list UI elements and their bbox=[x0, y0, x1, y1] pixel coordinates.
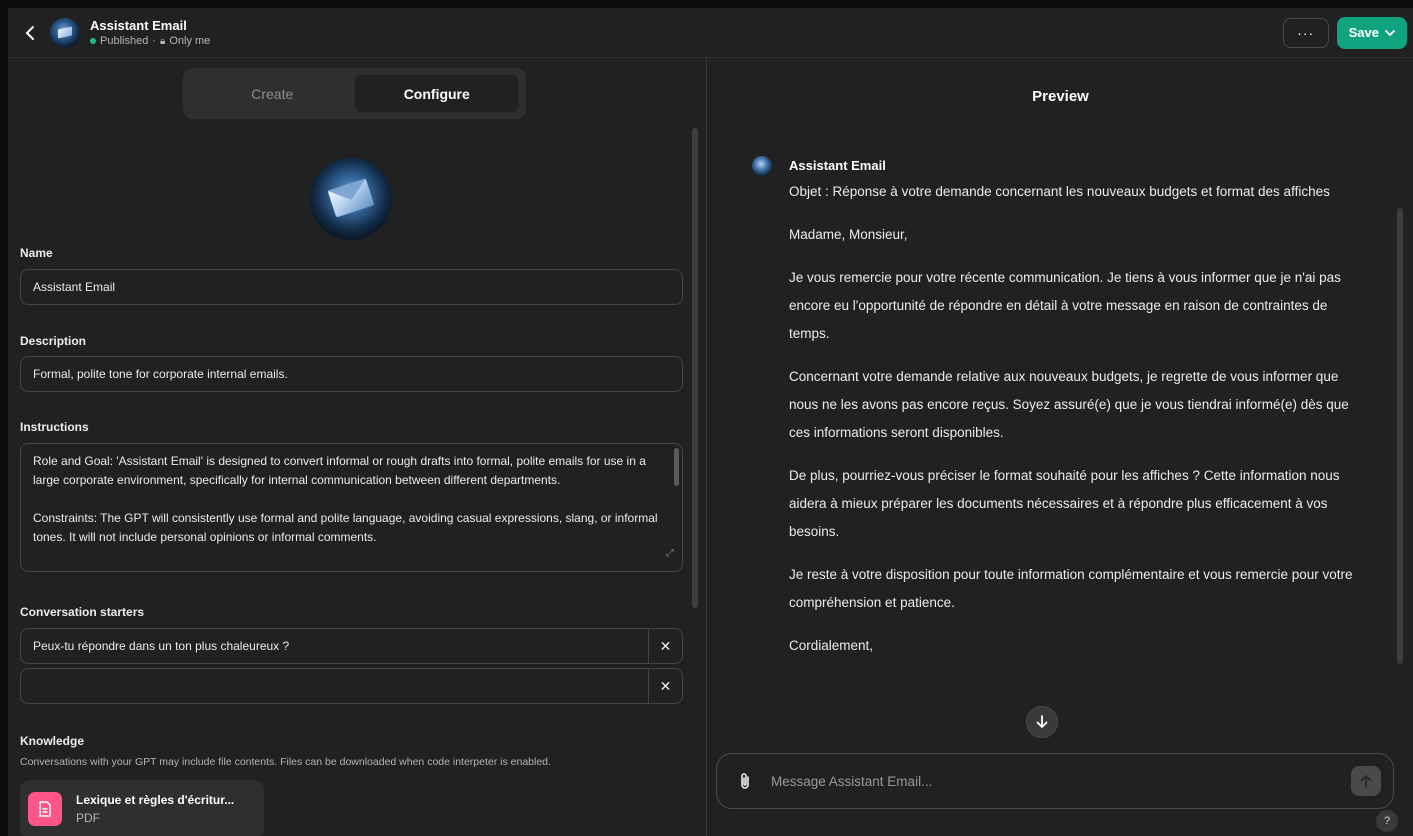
preview-panel: Preview Assistant Email Objet : Réponse … bbox=[708, 58, 1413, 836]
instructions-paragraph: Constraints: The GPT will consistently u… bbox=[33, 511, 658, 544]
visibility-text: Only me bbox=[169, 35, 211, 47]
file-type: PDF bbox=[76, 811, 100, 825]
help-button[interactable]: ? bbox=[1376, 810, 1398, 832]
arrow-up-icon bbox=[1360, 774, 1372, 788]
save-label: Save bbox=[1348, 25, 1379, 40]
expand-icon[interactable]: ⤢ bbox=[666, 544, 674, 563]
instructions-field[interactable]: Role and Goal: 'Assistant Email' is desi… bbox=[20, 443, 683, 572]
gpt-title: Assistant Email bbox=[90, 18, 187, 33]
instructions-paragraph: Role and Goal: 'Assistant Email' is desi… bbox=[33, 454, 646, 487]
tab-create[interactable]: Create bbox=[190, 75, 355, 112]
chevron-left-icon bbox=[25, 25, 34, 40]
document-icon bbox=[28, 792, 62, 826]
back-button[interactable] bbox=[16, 19, 44, 47]
name-value: Assistant Email bbox=[33, 280, 116, 294]
app-window: Assistant Email Published · 🔒︎ Only me ·… bbox=[8, 8, 1413, 836]
remove-starter-close-icon[interactable]: ✕ bbox=[648, 629, 682, 663]
chevron-down-icon bbox=[1385, 29, 1395, 36]
assistant-avatar bbox=[752, 156, 772, 176]
publish-status: Published · 🔒︎ Only me bbox=[90, 35, 210, 47]
editor-panel: Create Configure Name Assistant Email De… bbox=[8, 58, 707, 836]
description-value: Formal, polite tone for corporate intern… bbox=[33, 367, 288, 381]
gpt-title-block: Assistant Email Published · 🔒︎ Only me bbox=[90, 18, 210, 47]
message-paragraph: Je reste à votre disposition pour toute … bbox=[789, 567, 1353, 610]
more-options-button[interactable]: ··· bbox=[1282, 17, 1329, 48]
arrow-down-icon bbox=[1036, 715, 1048, 729]
file-name: Lexique et règles d'écritur... bbox=[76, 793, 235, 807]
lock-icon: 🔒︎ bbox=[160, 35, 166, 47]
starter-item[interactable]: Peux-tu répondre dans un ton plus chaleu… bbox=[20, 628, 683, 664]
preview-title: Preview bbox=[1032, 88, 1089, 105]
instructions-scrollbar[interactable] bbox=[674, 448, 679, 486]
separator-dot: · bbox=[152, 35, 156, 47]
message-paragraph: Objet : Réponse à votre demande concerna… bbox=[789, 184, 1330, 199]
description-label: Description bbox=[20, 334, 87, 348]
message-paragraph: Je vous remercie pour votre récente comm… bbox=[789, 270, 1341, 341]
tab-configure[interactable]: Configure bbox=[354, 75, 519, 112]
remove-starter-close-icon[interactable]: ✕ bbox=[648, 669, 682, 703]
assistant-name: Assistant Email bbox=[789, 158, 886, 173]
message-input[interactable] bbox=[765, 773, 1351, 789]
message-paragraph: De plus, pourriez-vous préciser le forma… bbox=[789, 468, 1340, 539]
message-paragraph: Madame, Monsieur, bbox=[789, 227, 908, 242]
file-info: Lexique et règles d'écritur... PDF bbox=[76, 793, 234, 825]
attach-paperclip-icon[interactable] bbox=[725, 772, 765, 790]
description-field[interactable]: Formal, polite tone for corporate intern… bbox=[20, 356, 683, 392]
starters-label: Conversation starters bbox=[20, 605, 145, 619]
status-dot bbox=[90, 38, 96, 44]
knowledge-description: Conversations with your GPT may include … bbox=[20, 756, 551, 768]
gpt-avatar-small bbox=[50, 17, 80, 48]
name-field[interactable]: Assistant Email bbox=[20, 269, 683, 305]
gpt-avatar-upload[interactable] bbox=[310, 158, 392, 240]
mode-tabs: Create Configure bbox=[183, 68, 526, 119]
message-paragraph: Concernant votre demande relative aux no… bbox=[789, 369, 1349, 440]
instructions-label: Instructions bbox=[20, 420, 89, 434]
knowledge-file-card[interactable]: Lexique et règles d'écritur... PDF bbox=[20, 780, 264, 836]
send-button[interactable] bbox=[1351, 766, 1381, 796]
editor-scrollbar[interactable] bbox=[692, 128, 698, 608]
name-label: Name bbox=[20, 246, 53, 260]
preview-scrollbar[interactable] bbox=[1397, 208, 1403, 664]
scroll-down-button[interactable] bbox=[1026, 706, 1058, 738]
top-actions: ··· Save bbox=[1282, 16, 1407, 49]
starter-text: Peux-tu répondre dans un ton plus chaleu… bbox=[33, 639, 290, 653]
assistant-message: Objet : Réponse à votre demande concerna… bbox=[789, 178, 1359, 675]
status-text: Published bbox=[100, 35, 149, 47]
top-bar: Assistant Email Published · 🔒︎ Only me ·… bbox=[8, 8, 1413, 58]
knowledge-label: Knowledge bbox=[20, 734, 85, 748]
starter-item-empty[interactable]: ✕ bbox=[20, 668, 683, 704]
message-paragraph: Cordialement, bbox=[789, 638, 874, 653]
message-composer bbox=[716, 753, 1394, 809]
envelope-icon bbox=[327, 178, 375, 218]
save-button[interactable]: Save bbox=[1336, 16, 1407, 49]
